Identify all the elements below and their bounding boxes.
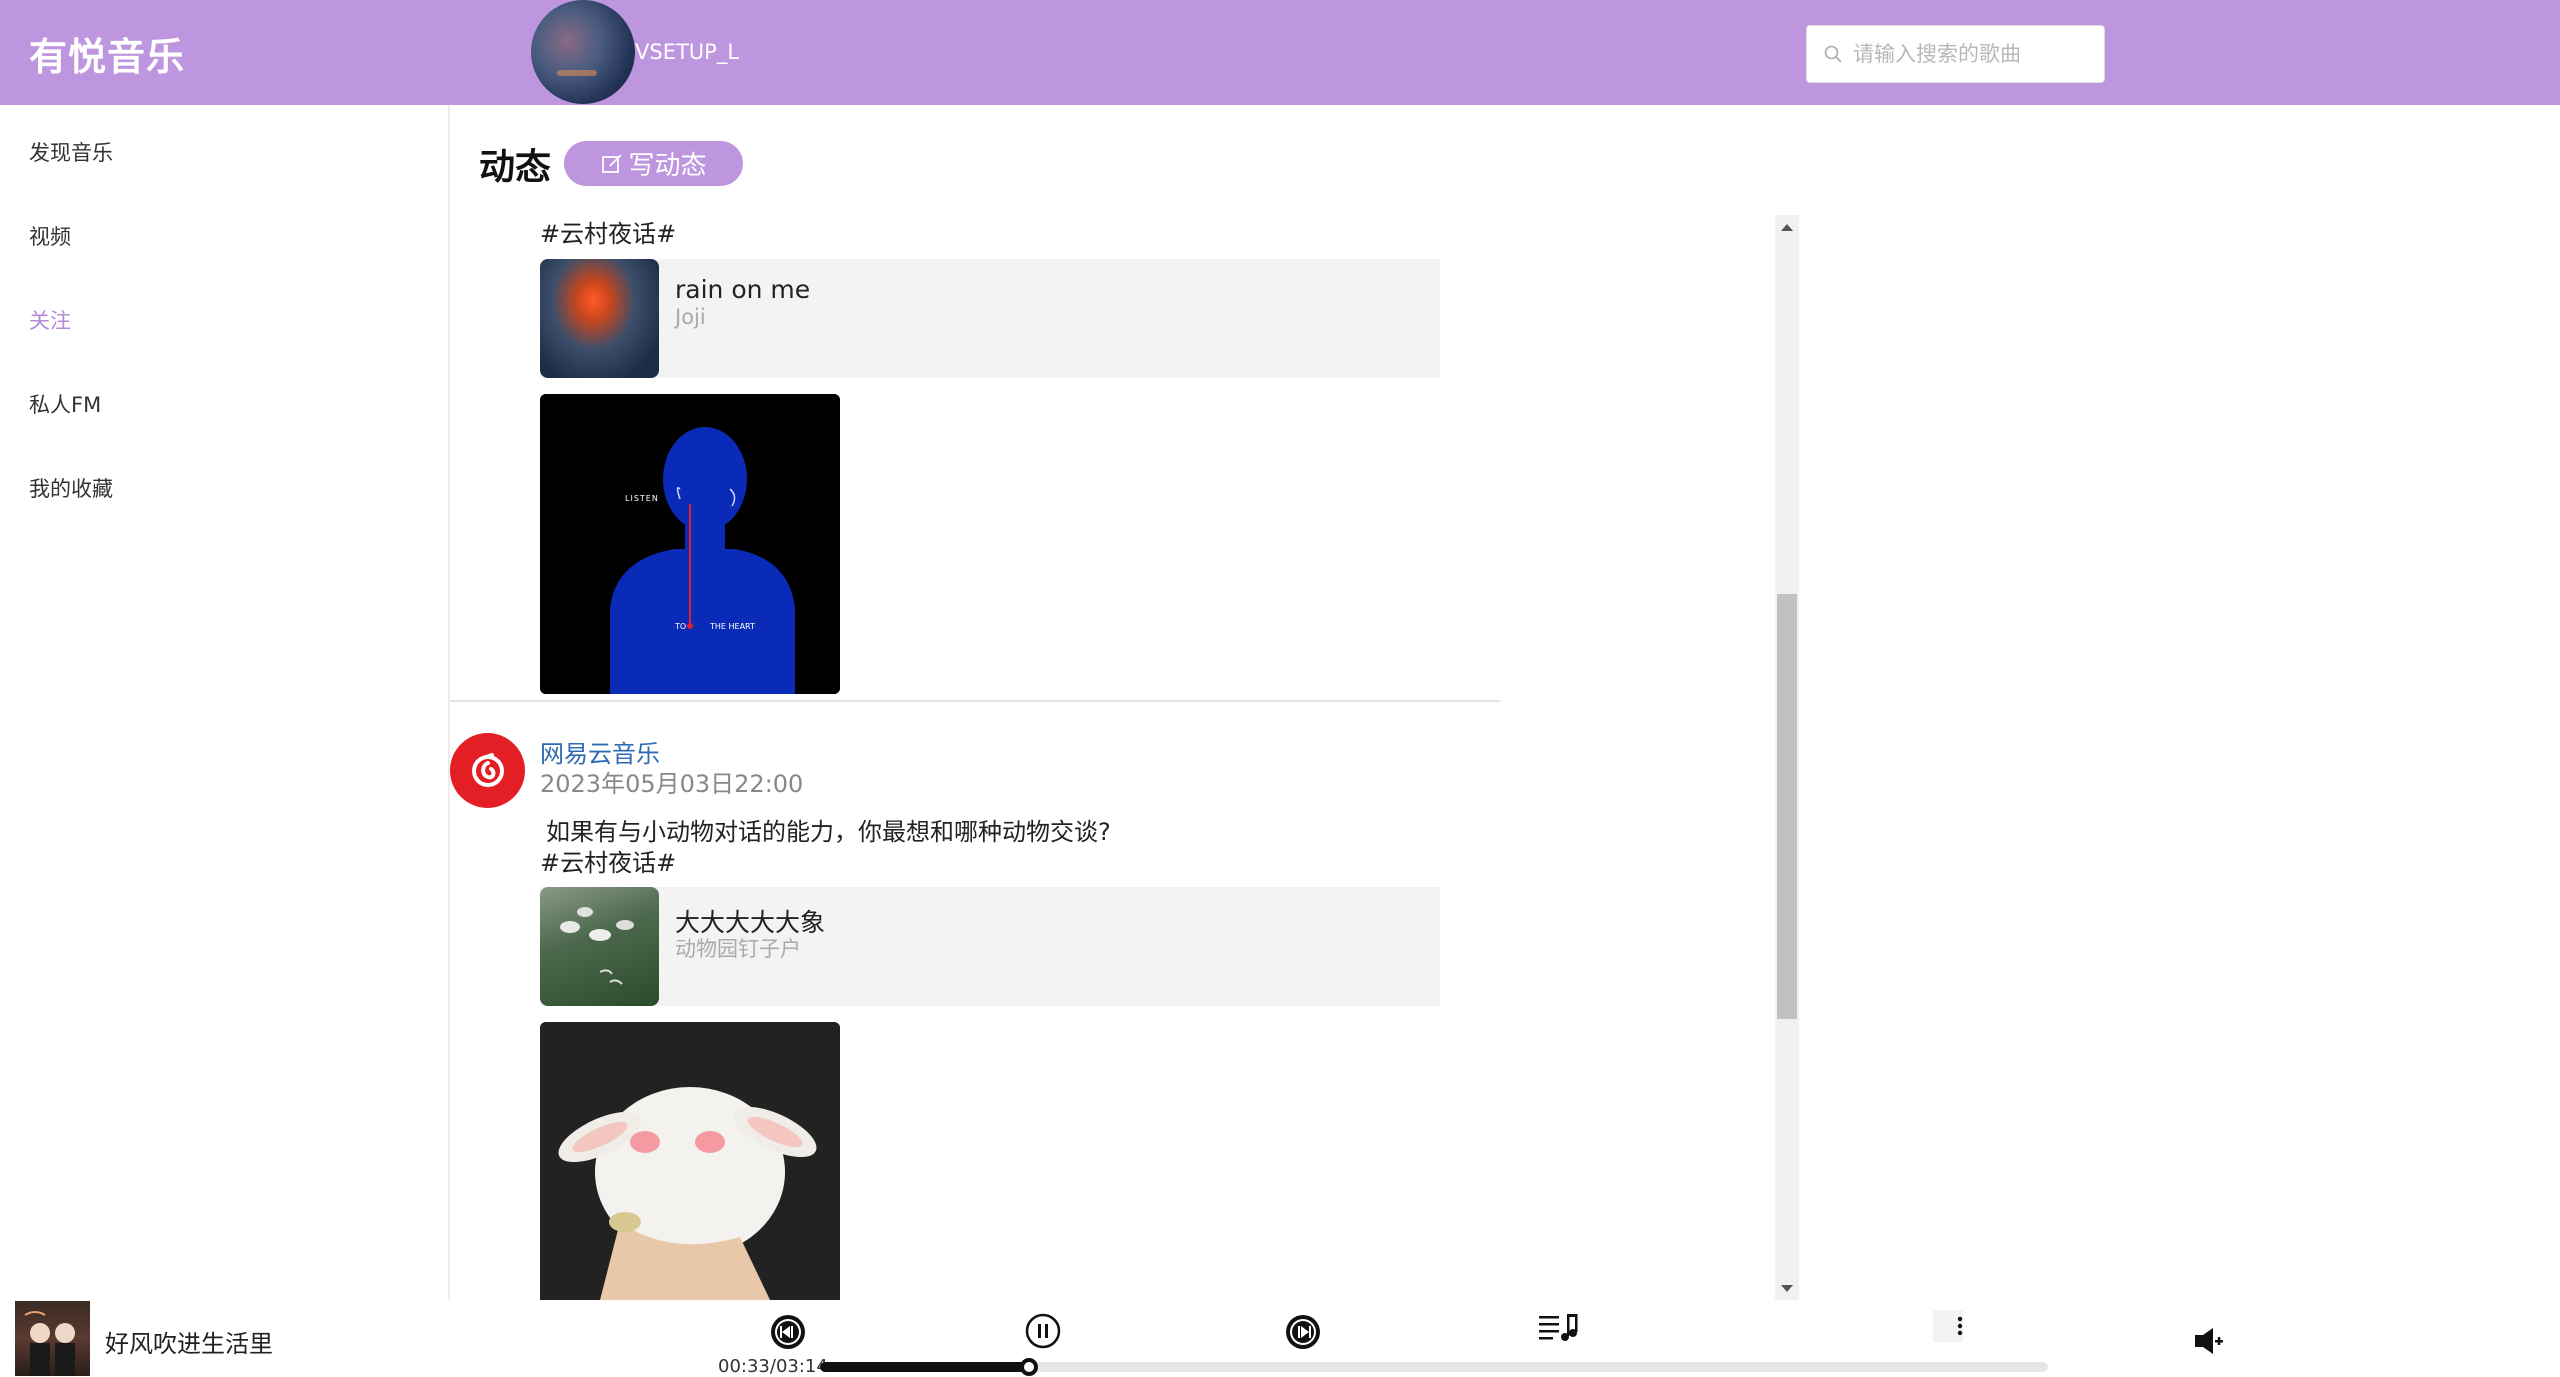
- song-card[interactable]: 大大大大大象 动物园钉子户: [540, 887, 1440, 1006]
- post-divider: [450, 700, 1500, 702]
- artwork-word-listen: LISTEN: [625, 494, 659, 503]
- username[interactable]: VSETUP_L: [635, 40, 739, 64]
- user-avatar[interactable]: [531, 0, 635, 104]
- sidebar-item-video[interactable]: 视频: [29, 221, 71, 251]
- now-playing-title[interactable]: 好风吹进生活里: [105, 1324, 273, 1359]
- app-logo[interactable]: 有悦音乐: [29, 26, 185, 81]
- post-image[interactable]: LISTEN TO THE HEART: [540, 394, 840, 694]
- artwork-word-to: TO: [674, 622, 686, 631]
- post-topic-tag[interactable]: #云村夜话#: [540, 843, 676, 878]
- now-playing-cover[interactable]: [15, 1301, 90, 1376]
- song-artist: 动物园钉子户: [675, 937, 801, 961]
- search-icon: [1824, 45, 1842, 63]
- sidebar: [0, 105, 450, 1300]
- song-cover: [540, 887, 659, 1006]
- song-title: rain on me: [675, 275, 811, 304]
- sidebar-item-follow[interactable]: 关注: [29, 305, 71, 335]
- top-header: 有悦音乐 VSETUP_L: [0, 0, 2560, 105]
- scroll-up-arrow[interactable]: [1781, 224, 1793, 231]
- progress-handle[interactable]: [1020, 1358, 1038, 1376]
- more-vertical-icon: [1957, 1316, 1963, 1336]
- page-title: 动态: [479, 147, 552, 188]
- post-topic-tag[interactable]: #云村夜话#: [540, 214, 676, 249]
- song-artist: Joji: [675, 305, 706, 329]
- album-art: [24, 1311, 75, 1376]
- volume-icon[interactable]: [2193, 1326, 2225, 1356]
- write-post-button[interactable]: 写动态: [564, 141, 743, 186]
- next-track-icon[interactable]: [1283, 1312, 1323, 1352]
- search-box[interactable]: [1806, 25, 2105, 83]
- write-post-label: 写动态: [628, 151, 707, 181]
- sidebar-item-discover[interactable]: 发现音乐: [29, 137, 113, 167]
- author-avatar[interactable]: [450, 733, 525, 808]
- search-input[interactable]: [1853, 42, 2093, 66]
- edit-icon: [602, 153, 623, 173]
- white-rabbit-photo: [540, 1022, 840, 1300]
- song-cover: [540, 259, 659, 378]
- post-timestamp: 2023年05月03日22:00: [540, 770, 804, 798]
- previous-track-icon[interactable]: [768, 1312, 808, 1352]
- pause-icon[interactable]: [1024, 1312, 1062, 1350]
- post-image[interactable]: [540, 1022, 840, 1300]
- listen-to-the-heart-artwork: LISTEN TO THE HEART: [540, 394, 840, 694]
- sidebar-item-fm[interactable]: 私人FM: [29, 389, 101, 419]
- netease-logo-icon: [471, 752, 504, 787]
- progress-fill: [820, 1362, 1029, 1372]
- artwork-word-the-heart: THE HEART: [709, 622, 755, 631]
- more-button[interactable]: [1933, 1310, 1963, 1342]
- sidebar-item-favorites[interactable]: 我的收藏: [29, 473, 113, 503]
- scroll-down-arrow[interactable]: [1781, 1285, 1793, 1292]
- feed-scrollbar-thumb[interactable]: [1777, 594, 1797, 1019]
- playlist-icon[interactable]: [1537, 1312, 1581, 1346]
- post-text: 如果有与小动物对话的能力，你最想和哪种动物交谈?: [546, 818, 1111, 846]
- geese-artwork: [560, 907, 634, 985]
- song-card[interactable]: rain on me Joji: [540, 259, 1440, 378]
